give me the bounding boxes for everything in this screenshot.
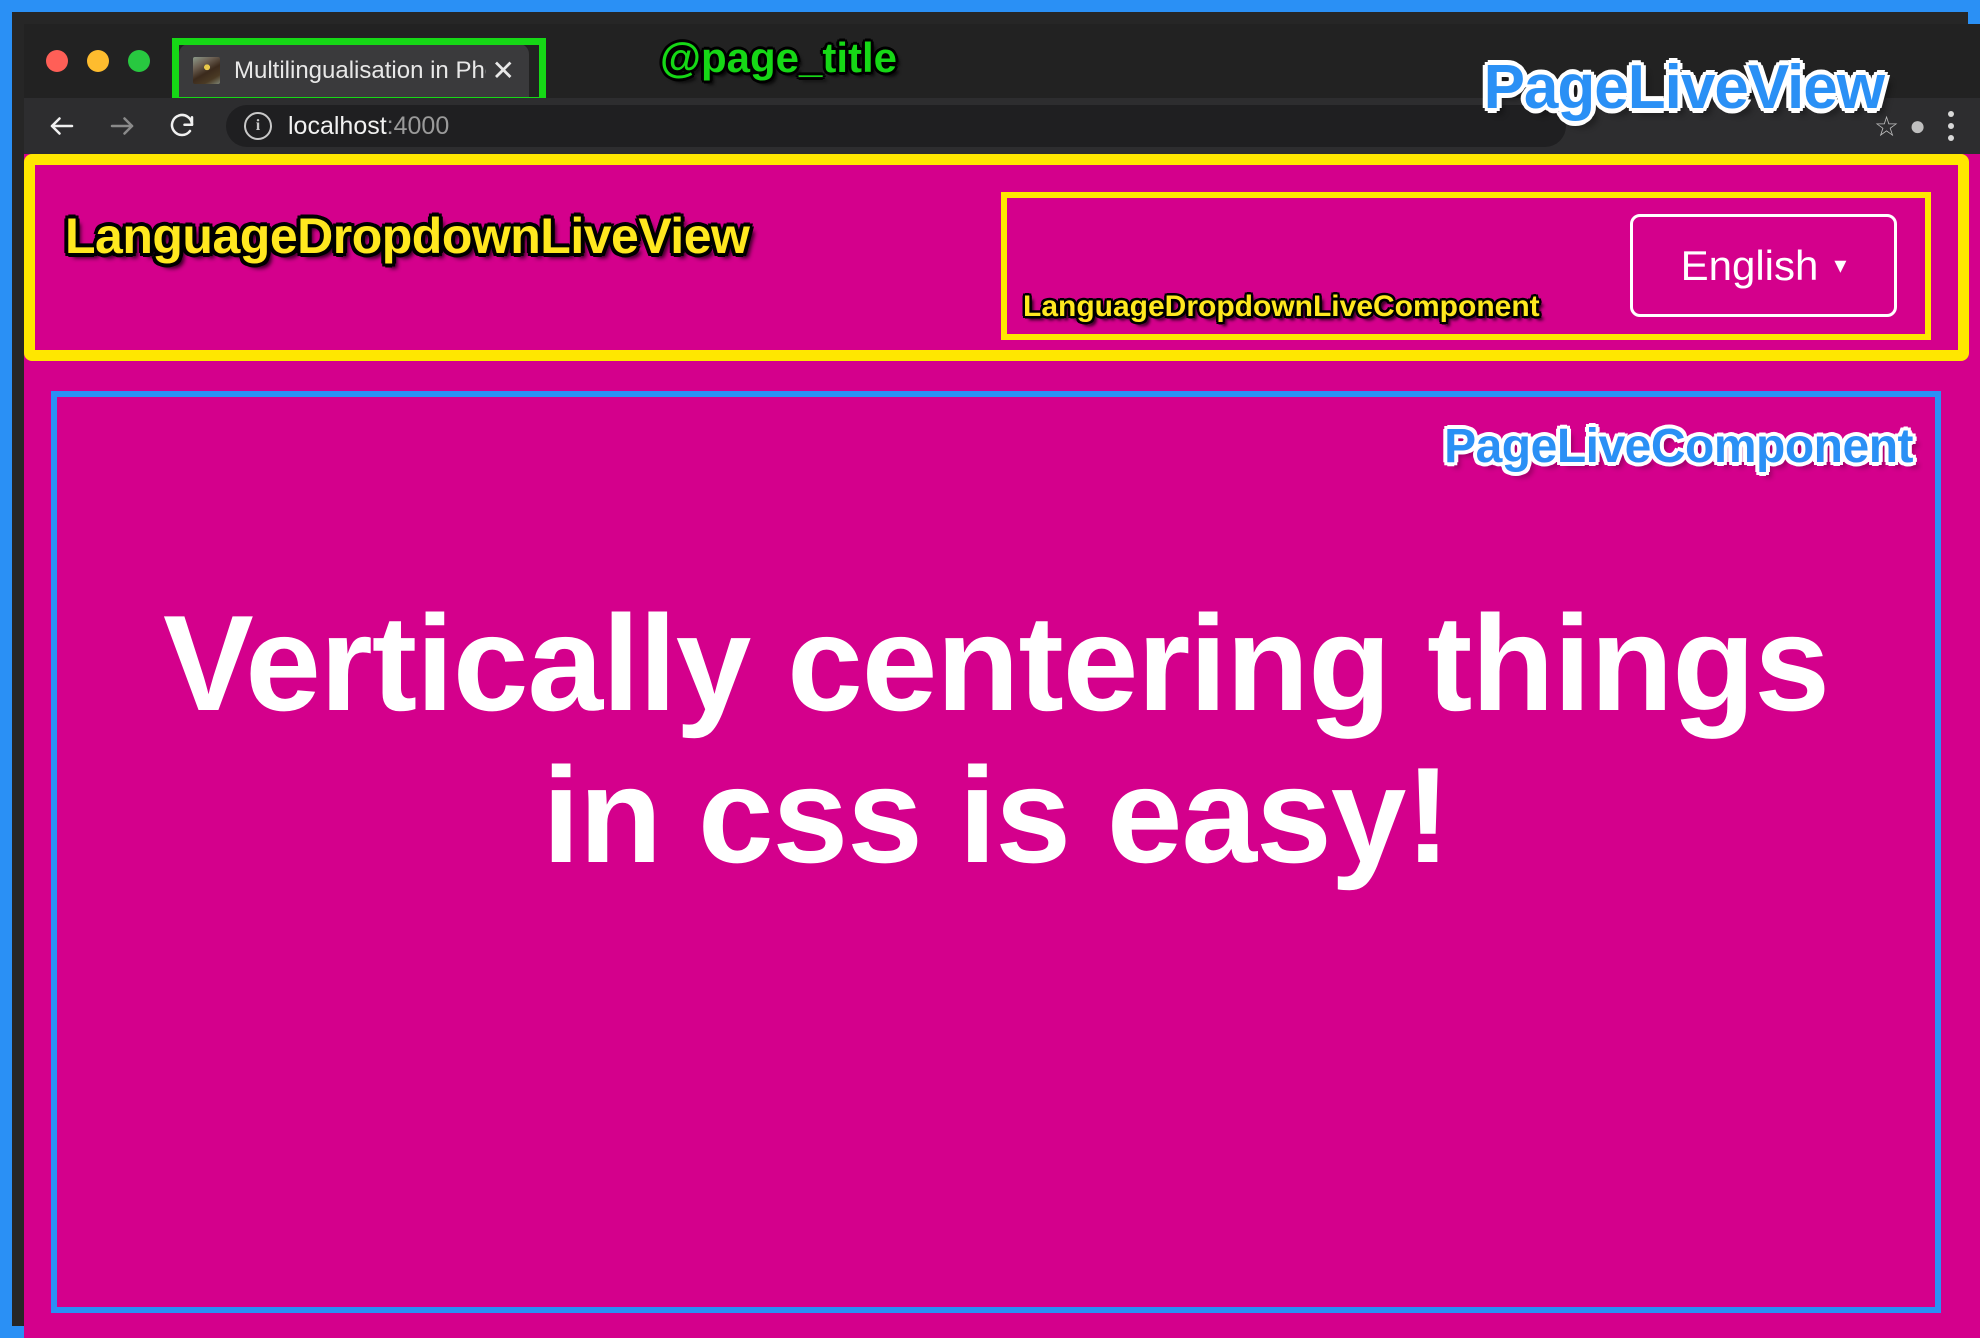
kebab-menu-icon[interactable] bbox=[1936, 106, 1966, 146]
page-liveview-frame: Multilingualisation in Phoenix ✕ i local… bbox=[0, 0, 1980, 1338]
heading-line-1: Vertically centering things bbox=[163, 587, 1830, 739]
page-body: LanguageDropdownLiveView LanguageDropdow… bbox=[24, 154, 1980, 1338]
page-title-annotation-label: @page_title bbox=[660, 34, 898, 81]
toolbar-right-controls: ☆ ● bbox=[1874, 106, 1980, 146]
address-bar-text: localhost:4000 bbox=[288, 112, 449, 141]
language-dropdown-value: English bbox=[1680, 241, 1819, 289]
profile-avatar-icon[interactable]: ● bbox=[1909, 110, 1926, 142]
url-port: :4000 bbox=[386, 111, 450, 140]
page-liveview-annotation-label: PageLiveView bbox=[1483, 53, 1885, 122]
language-dropdown-livecomponent-region: LanguageDropdownLiveComponent English ▾ bbox=[1001, 192, 1931, 340]
forward-arrow-icon[interactable] bbox=[100, 104, 144, 148]
browser-tab[interactable]: Multilingualisation in Phoenix ✕ bbox=[179, 44, 529, 97]
window-minimize-button[interactable] bbox=[87, 50, 109, 72]
language-dropdown-button[interactable]: English ▾ bbox=[1630, 214, 1897, 317]
tab-close-icon[interactable]: ✕ bbox=[492, 56, 515, 85]
back-arrow-icon[interactable] bbox=[40, 104, 84, 148]
tab-title: Multilingualisation in Phoenix bbox=[234, 56, 486, 84]
page-title: Vertically centering things in css is ea… bbox=[57, 587, 1935, 892]
reload-icon[interactable] bbox=[160, 104, 204, 148]
chevron-down-icon: ▾ bbox=[1834, 251, 1847, 279]
page-livecomponent-region: PageLiveComponent Vertically centering t… bbox=[51, 391, 1941, 1313]
language-dropdown-livecomponent-label: LanguageDropdownLiveComponent bbox=[1023, 290, 1540, 323]
language-dropdown-liveview-label: LanguageDropdownLiveView bbox=[65, 208, 750, 264]
window-traffic-lights bbox=[46, 50, 150, 72]
window-maximize-button[interactable] bbox=[128, 50, 150, 72]
url-host: localhost bbox=[288, 111, 387, 140]
favicon-icon bbox=[193, 57, 220, 84]
site-info-icon[interactable]: i bbox=[244, 112, 272, 140]
language-dropdown-liveview-region: LanguageDropdownLiveView LanguageDropdow… bbox=[24, 154, 1969, 361]
window-close-button[interactable] bbox=[46, 50, 68, 72]
heading-line-2: in css is easy! bbox=[542, 739, 1450, 892]
page-livecomponent-label: PageLiveComponent bbox=[1444, 420, 1913, 473]
address-bar[interactable]: i localhost:4000 bbox=[226, 105, 1566, 147]
